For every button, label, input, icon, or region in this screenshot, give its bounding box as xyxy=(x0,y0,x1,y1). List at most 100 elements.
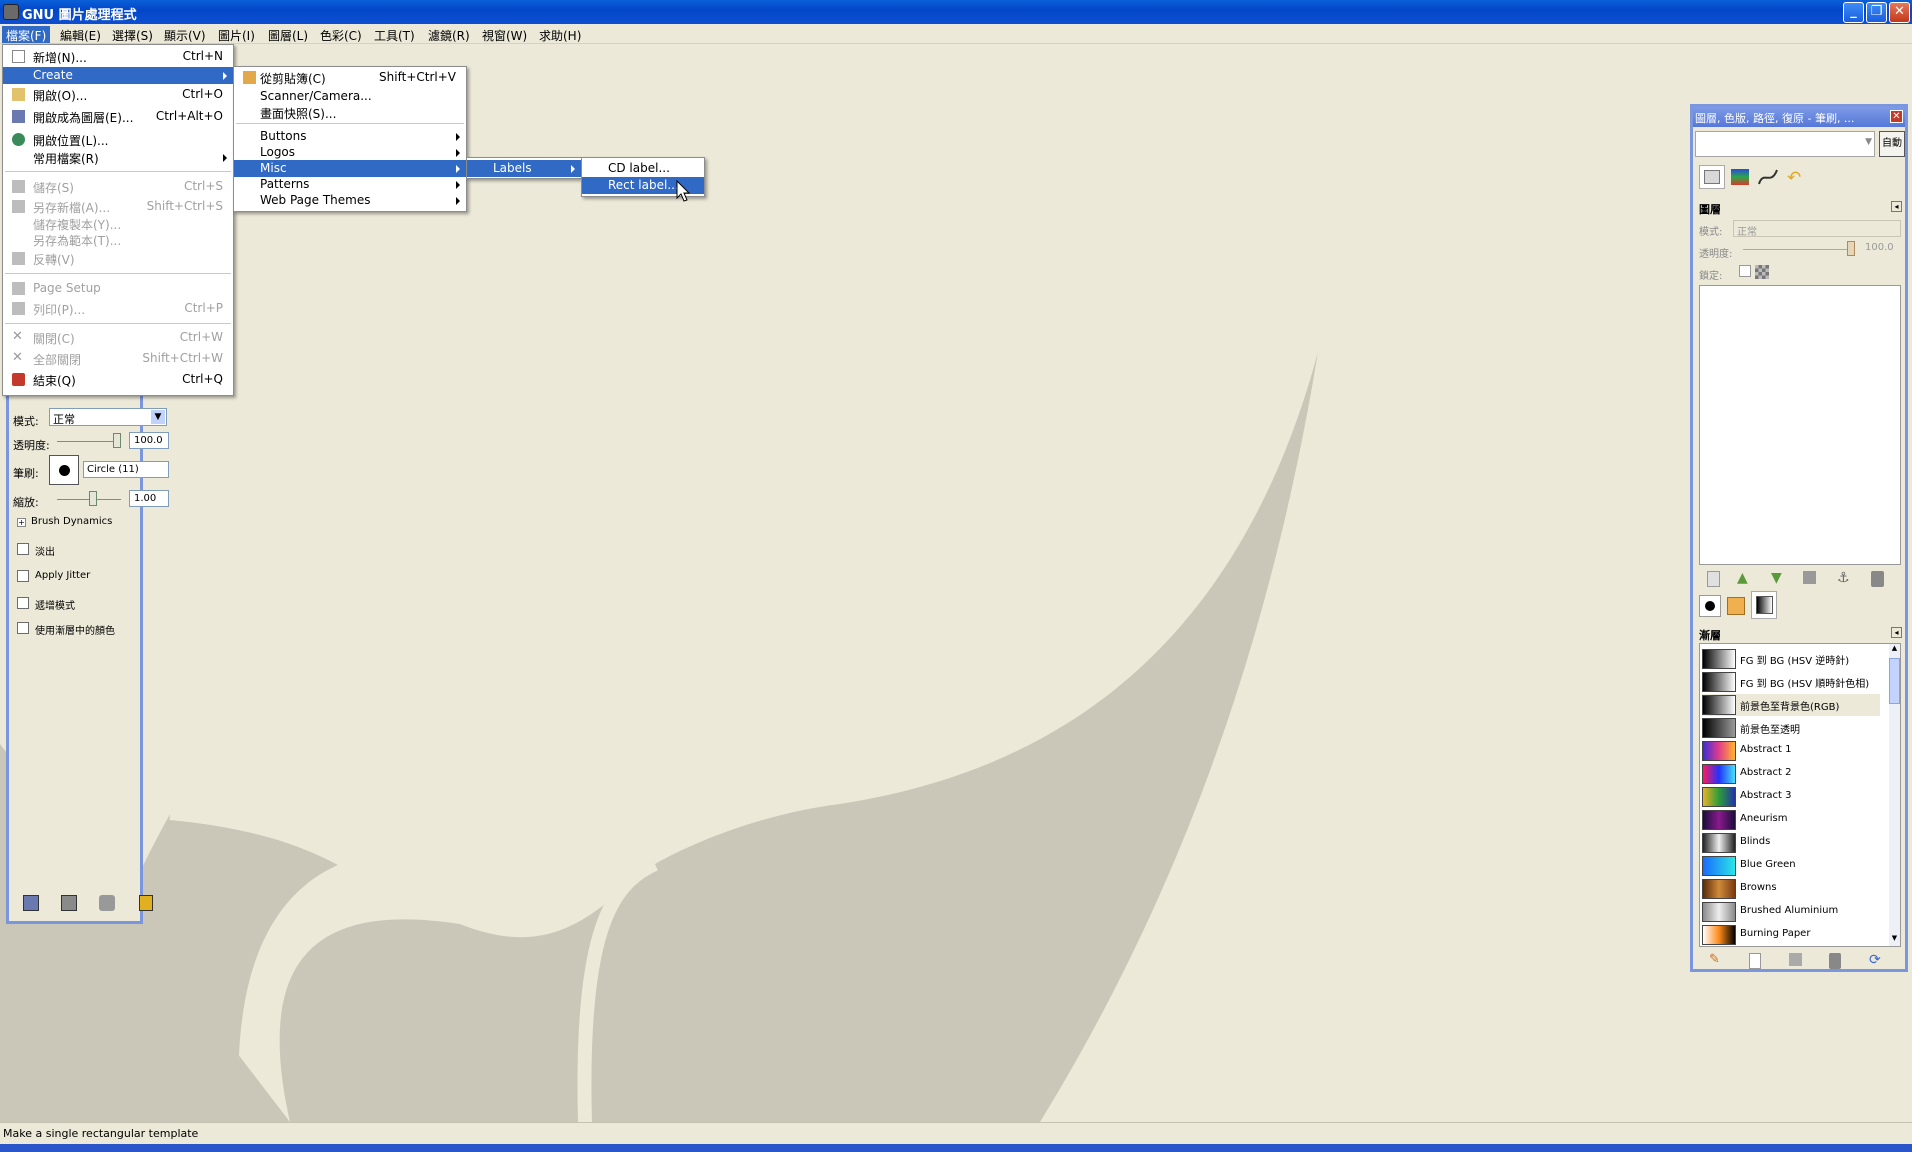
menu-windows[interactable]: 視窗(W) xyxy=(478,26,531,43)
opacity-input[interactable]: 100.0 xyxy=(129,432,169,449)
menu-item-revert[interactable]: 反轉(V) xyxy=(3,250,233,267)
layer-opacity-handle[interactable] xyxy=(1847,241,1855,256)
menu-item-create[interactable]: Create xyxy=(3,67,233,84)
scrollbar-thumb[interactable] xyxy=(1889,658,1900,704)
menu-view[interactable]: 顯示(V) xyxy=(160,26,210,43)
menu-filters[interactable]: 濾鏡(R) xyxy=(424,26,474,43)
delete-gradient-icon[interactable] xyxy=(1829,953,1841,969)
layer-opacity-track[interactable] xyxy=(1743,249,1855,250)
scale-input[interactable]: 1.00 xyxy=(129,490,169,507)
menu-item-open-location[interactable]: 開啟位置(L)... xyxy=(3,131,233,148)
menu-item-quit[interactable]: 結束(Q) Ctrl+Q xyxy=(3,371,233,388)
tab-gradients[interactable] xyxy=(1751,591,1777,619)
apply-jitter-checkbox[interactable] xyxy=(17,570,29,582)
brush-name-field[interactable]: Circle (11) xyxy=(83,461,169,478)
gradient-list-item[interactable]: Brushed Aluminium xyxy=(1702,901,1880,923)
gradient-list-item[interactable]: FG 到 BG (HSV 逆時針) xyxy=(1702,648,1880,670)
close-button[interactable]: ✕ xyxy=(1889,2,1910,23)
lower-layer-icon[interactable]: ▼ xyxy=(1771,571,1787,587)
menu-item-open-as-layers[interactable]: 開啟成為圖層(E)... Ctrl+Alt+O xyxy=(3,108,233,125)
menu-item-misc[interactable]: Misc xyxy=(234,160,466,177)
mode-select[interactable]: 正常 ▼ xyxy=(49,408,167,426)
delete-options-icon[interactable] xyxy=(99,895,115,911)
menu-item-screenshot[interactable]: 畫面快照(S)... xyxy=(234,104,466,121)
scale-slider-handle[interactable] xyxy=(89,491,97,506)
gradient-list-item[interactable]: Abstract 3 xyxy=(1702,786,1880,808)
menu-item-save-as[interactable]: 另存新檔(A)... Shift+Ctrl+S xyxy=(3,198,233,215)
duplicate-gradient-icon[interactable] xyxy=(1789,953,1802,966)
menu-item-new[interactable]: 新增(N)... Ctrl+N xyxy=(3,48,233,65)
gradient-list-item[interactable]: Burning Paper xyxy=(1702,924,1880,946)
gradient-list-item[interactable]: Aneurism xyxy=(1702,809,1880,831)
lock-alpha-icon[interactable] xyxy=(1755,265,1769,279)
gradient-list-item[interactable]: Abstract 2 xyxy=(1702,763,1880,785)
save-options-icon[interactable] xyxy=(23,895,39,911)
duplicate-layer-icon[interactable] xyxy=(1803,571,1816,584)
menu-file[interactable]: 檔案(F) xyxy=(2,26,51,43)
panel-menu-icon[interactable]: ◂ xyxy=(1891,201,1902,212)
menu-item-close[interactable]: ✕ 關閉(C) Ctrl+W xyxy=(3,329,233,346)
menu-item-close-all[interactable]: ✕ 全部關閉 Shift+Ctrl+W xyxy=(3,350,233,367)
menu-colors[interactable]: 色彩(C) xyxy=(316,26,366,43)
menu-item-print[interactable]: 列印(P)... Ctrl+P xyxy=(3,300,233,317)
menu-item-web-page-themes[interactable]: Web Page Themes xyxy=(234,192,466,209)
menu-layer[interactable]: 圖層(L) xyxy=(264,26,312,43)
minimize-button[interactable]: _ xyxy=(1843,2,1864,23)
refresh-icon[interactable]: ⟳ xyxy=(1869,953,1885,969)
tab-patterns[interactable] xyxy=(1725,595,1747,617)
image-selector[interactable]: ▼ xyxy=(1695,131,1875,157)
gradient-list-item[interactable]: Browns xyxy=(1702,878,1880,900)
layer-mode-select[interactable]: 正常 xyxy=(1733,220,1901,238)
tab-paths[interactable] xyxy=(1755,165,1781,189)
menu-item-open[interactable]: 開啟(O)... Ctrl+O xyxy=(3,86,233,103)
menu-item-save-copy[interactable]: 儲存複製本(Y)... xyxy=(3,215,233,232)
menu-item-page-setup[interactable]: Page Setup xyxy=(3,280,233,297)
menu-tools[interactable]: 工具(T) xyxy=(370,26,419,43)
lock-pixels-checkbox[interactable] xyxy=(1739,265,1751,277)
menu-item-save-as-template[interactable]: 另存為範本(T)... xyxy=(3,231,233,248)
menu-item-recent[interactable]: 常用檔案(R) xyxy=(3,149,233,166)
gradient-list-item[interactable]: Abstract 1 xyxy=(1702,740,1880,762)
layers-list[interactable] xyxy=(1699,285,1901,565)
brush-dynamics-label[interactable]: Brush Dynamics xyxy=(31,516,112,527)
menu-item-cd-label[interactable]: CD label... xyxy=(582,160,704,177)
gradients-scrollbar[interactable]: ▲ ▼ xyxy=(1889,644,1900,946)
incremental-checkbox[interactable] xyxy=(17,597,29,609)
anchor-layer-icon[interactable]: ⚓ xyxy=(1837,571,1853,587)
opacity-slider-track[interactable] xyxy=(57,441,121,442)
new-layer-icon[interactable] xyxy=(1707,571,1720,587)
tab-channels[interactable] xyxy=(1727,165,1753,189)
menu-item-scanner-camera[interactable]: Scanner/Camera... xyxy=(234,88,466,105)
use-gradient-color-checkbox[interactable] xyxy=(17,622,29,634)
gradient-list-item[interactable]: Blinds xyxy=(1702,832,1880,854)
menu-item-patterns[interactable]: Patterns xyxy=(234,176,466,193)
brush-preview-button[interactable] xyxy=(49,455,79,485)
menu-item-logos[interactable]: Logos xyxy=(234,144,466,161)
gradients-list[interactable]: FG 到 BG (HSV 逆時針) FG 到 BG (HSV 順時針色相) 前景色至… xyxy=(1699,643,1901,947)
delete-layer-icon[interactable] xyxy=(1871,571,1884,587)
menu-item-save[interactable]: 儲存(S) Ctrl+S xyxy=(3,178,233,195)
tab-brushes[interactable] xyxy=(1699,595,1721,617)
new-gradient-icon[interactable] xyxy=(1749,953,1761,969)
tab-undo-history[interactable]: ↶ xyxy=(1783,165,1809,189)
menu-item-from-clipboard[interactable]: 從剪貼簿(C) Shift+Ctrl+V xyxy=(234,69,466,86)
gradient-list-item[interactable]: 前景色至背景色(RGB) xyxy=(1702,694,1880,716)
menu-edit[interactable]: 編輯(E) xyxy=(56,26,105,43)
layer-opacity-input[interactable]: 100.0 xyxy=(1859,240,1899,257)
edit-gradient-icon[interactable]: ✎ xyxy=(1709,953,1725,969)
dock-close-icon[interactable]: ✕ xyxy=(1890,110,1903,123)
menu-help[interactable]: 求助(H) xyxy=(535,26,585,43)
auto-button[interactable]: 自動 xyxy=(1879,131,1905,157)
gradient-list-item[interactable]: 前景色至透明 xyxy=(1702,717,1880,739)
menu-select[interactable]: 選擇(S) xyxy=(108,26,157,43)
scroll-up-icon[interactable]: ▲ xyxy=(1889,644,1900,656)
gradient-list-item[interactable]: Blue Green xyxy=(1702,855,1880,877)
scroll-down-icon[interactable]: ▼ xyxy=(1889,934,1900,946)
raise-layer-icon[interactable]: ▲ xyxy=(1737,571,1753,587)
menu-item-buttons[interactable]: Buttons xyxy=(234,128,466,145)
gradient-list-item[interactable]: FG 到 BG (HSV 順時針色相) xyxy=(1702,671,1880,693)
expander-plus-icon[interactable]: + xyxy=(17,518,26,527)
menu-image[interactable]: 圖片(I) xyxy=(214,26,259,43)
opacity-slider-handle[interactable] xyxy=(113,433,121,448)
maximize-button[interactable]: ❐ xyxy=(1866,2,1887,23)
